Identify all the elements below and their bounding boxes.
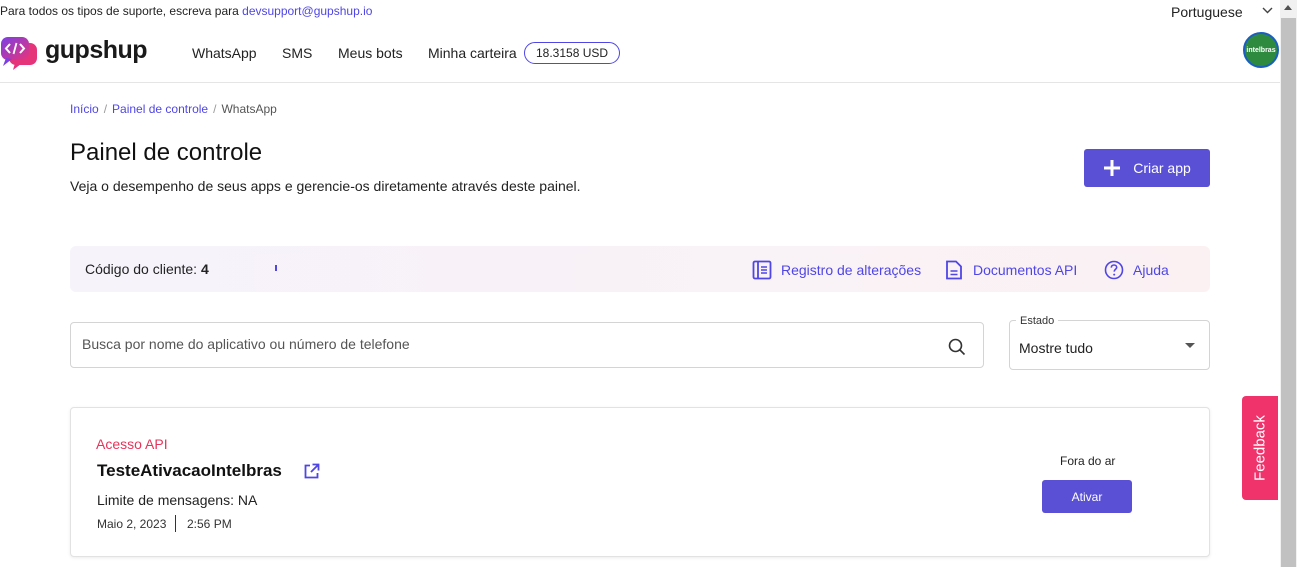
changelog-label: Registro de alterações xyxy=(781,262,922,278)
status-select-value[interactable]: Mostre tudo xyxy=(1019,340,1093,356)
changelog-link[interactable]: Registro de alterações xyxy=(752,260,921,280)
activate-button[interactable]: Ativar xyxy=(1042,480,1132,513)
breadcrumb: Início / Painel de controle / WhatsApp xyxy=(70,102,277,116)
scroll-up-icon[interactable] xyxy=(1284,5,1292,10)
client-code: Código do cliente: 4 xyxy=(85,261,209,277)
document-icon xyxy=(946,260,962,280)
breadcrumb-dashboard[interactable]: Painel de controle xyxy=(112,102,208,116)
breadcrumb-current: WhatsApp xyxy=(221,102,277,116)
api-docs-label: Documentos API xyxy=(973,262,1078,278)
app-message-limit: Limite de mensagens: NA xyxy=(97,492,258,508)
app-time: 2:56 PM xyxy=(187,517,232,531)
help-icon xyxy=(1104,260,1124,280)
changelog-icon xyxy=(752,260,772,280)
search-input[interactable] xyxy=(80,335,924,353)
nav-sms[interactable]: SMS xyxy=(282,45,312,61)
plus-icon xyxy=(1104,160,1121,176)
external-link-icon[interactable] xyxy=(303,463,320,480)
app-type: Acesso API xyxy=(96,436,168,452)
client-info-bar: Código do cliente: 4 Registro de alteraç… xyxy=(70,246,1210,292)
date-divider xyxy=(175,515,176,532)
create-app-label: Criar app xyxy=(1133,160,1191,176)
nav-wallet[interactable]: Minha carteira xyxy=(428,45,517,61)
support-text: Para todos os tipos de suporte, escreva … xyxy=(0,4,373,18)
nav-whatsapp[interactable]: WhatsApp xyxy=(192,45,257,61)
app-status: Fora do ar xyxy=(1060,454,1116,468)
breadcrumb-home[interactable]: Início xyxy=(70,102,99,116)
client-code-marker xyxy=(275,265,277,271)
search-field[interactable] xyxy=(70,322,984,368)
page-subtitle: Veja o desempenho de seus apps e gerenci… xyxy=(70,178,581,194)
logo-text[interactable]: gupshup xyxy=(45,36,148,65)
help-link[interactable]: Ajuda xyxy=(1104,260,1169,280)
chevron-down-icon[interactable] xyxy=(1262,7,1273,14)
create-app-button[interactable]: Criar app xyxy=(1084,149,1210,187)
scrollbar-thumb[interactable] xyxy=(1281,18,1296,567)
caret-down-icon[interactable] xyxy=(1185,343,1195,348)
feedback-label: Feedback xyxy=(1251,415,1269,481)
top-support-bar: Para todos os tipos de suporte, escreva … xyxy=(0,0,1280,22)
app-date: Maio 2, 2023 xyxy=(97,517,167,531)
wallet-balance-badge: 18.3158 USD xyxy=(524,42,621,64)
support-email-link[interactable]: devsupport@gupshup.io xyxy=(242,4,372,18)
status-select-label: Estado xyxy=(1016,315,1059,327)
nav-my-bots[interactable]: Meus bots xyxy=(338,45,403,61)
api-docs-link[interactable]: Documentos API xyxy=(944,260,1077,280)
feedback-tab[interactable]: Feedback xyxy=(1242,396,1278,500)
language-selector[interactable]: Portuguese xyxy=(1171,4,1243,20)
client-code-value: 4 xyxy=(200,261,209,277)
app-card: Acesso API TesteAtivacaoIntelbras Limite… xyxy=(70,407,1210,557)
search-icon[interactable] xyxy=(948,338,966,356)
help-label: Ajuda xyxy=(1133,262,1169,278)
status-select[interactable]: Estado Mostre tudo xyxy=(1009,315,1210,370)
gupshup-logo-icon[interactable] xyxy=(0,36,40,72)
avatar[interactable]: intelbras xyxy=(1243,32,1279,68)
app-name[interactable]: TesteAtivacaoIntelbras xyxy=(97,461,282,481)
page-title: Painel de controle xyxy=(70,139,263,166)
main-header: gupshup WhatsApp SMS Meus bots Minha car… xyxy=(0,22,1280,83)
